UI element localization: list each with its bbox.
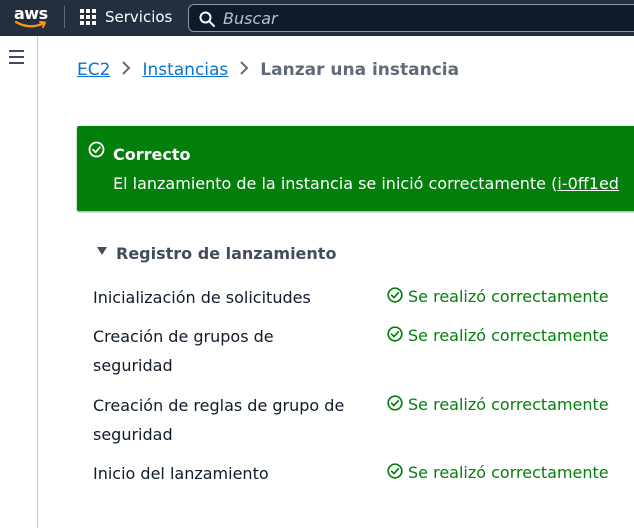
aws-logo[interactable]: aws [14, 4, 48, 30]
check-circle-icon [387, 287, 403, 303]
breadcrumb-current: Lanzar una instancia [260, 60, 460, 80]
breadcrumb: EC2 Instancias Lanzar una instancia [77, 60, 459, 80]
breadcrumb-link-instancias[interactable]: Instancias [142, 60, 228, 80]
step-label: Inicialización de solicitudes [93, 288, 311, 307]
instance-id-link[interactable]: i-0ff1ed [557, 174, 619, 193]
search-input[interactable] [223, 5, 623, 31]
check-circle-icon [88, 141, 105, 158]
flash-message: El lanzamiento de la instancia se inició… [113, 174, 619, 193]
step-status: Se realizó correctamente [387, 324, 609, 348]
success-flashbar: Correcto El lanzamiento de la instancia … [77, 126, 634, 211]
check-circle-icon [387, 326, 403, 342]
status-text: Se realizó correctamente [408, 395, 609, 414]
chevron-right-icon [233, 60, 255, 80]
flash-title: Correcto [113, 145, 191, 164]
services-label: Servicios [105, 8, 173, 26]
chevron-right-icon [115, 60, 137, 80]
step-status: Se realizó correctamente [387, 461, 609, 485]
check-circle-icon [387, 395, 403, 411]
flash-message-text: El lanzamiento de la instancia se inició… [113, 174, 558, 193]
caret-down-icon [97, 246, 107, 255]
breadcrumb-link-ec2[interactable]: EC2 [77, 60, 110, 80]
step-status: Se realizó correctamente [387, 393, 609, 417]
search-box[interactable] [188, 4, 634, 32]
check-circle-icon [387, 463, 403, 479]
step-status: Se realizó correctamente [387, 285, 609, 309]
grid-icon [80, 9, 96, 25]
status-text: Se realizó correctamente [408, 463, 609, 482]
step-label: Creación de grupos de seguridad [93, 327, 274, 375]
hamburger-icon[interactable] [9, 50, 25, 64]
status-text: Se realizó correctamente [408, 287, 609, 306]
aws-smile-icon [14, 20, 46, 28]
nav-divider [64, 6, 65, 28]
side-navigation-rail [0, 36, 38, 528]
launch-log-toggle[interactable]: Registro de lanzamiento [93, 244, 336, 263]
status-text: Se realizó correctamente [408, 326, 609, 345]
launch-log-title: Registro de lanzamiento [116, 244, 337, 263]
top-navigation: aws Servicios [0, 0, 634, 36]
services-menu-button[interactable]: Servicios [80, 6, 172, 28]
step-label: Inicio del lanzamiento [93, 464, 269, 483]
search-icon [199, 11, 215, 27]
step-label: Creación de reglas de grupo de seguridad [93, 396, 345, 444]
